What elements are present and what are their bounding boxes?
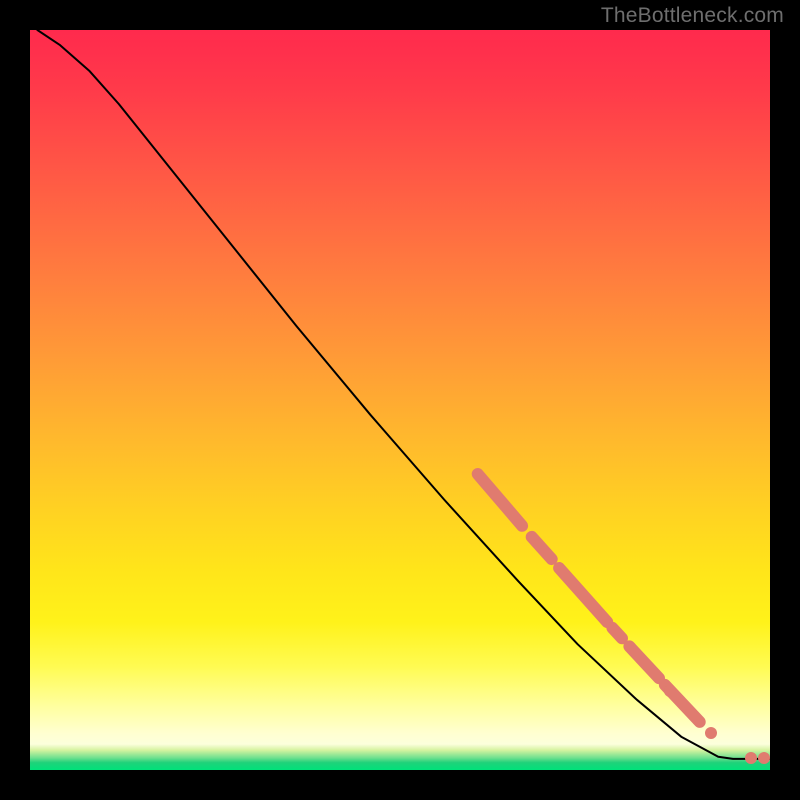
plot-area <box>30 30 770 770</box>
watermark-text: TheBottleneck.com <box>601 4 784 28</box>
chart-stage: TheBottleneck.com <box>0 0 800 800</box>
marker-dot <box>745 752 757 764</box>
marker-dot <box>758 752 770 764</box>
marker-dot <box>664 685 676 697</box>
marker-dots-layer <box>30 30 770 770</box>
marker-dot <box>705 727 717 739</box>
